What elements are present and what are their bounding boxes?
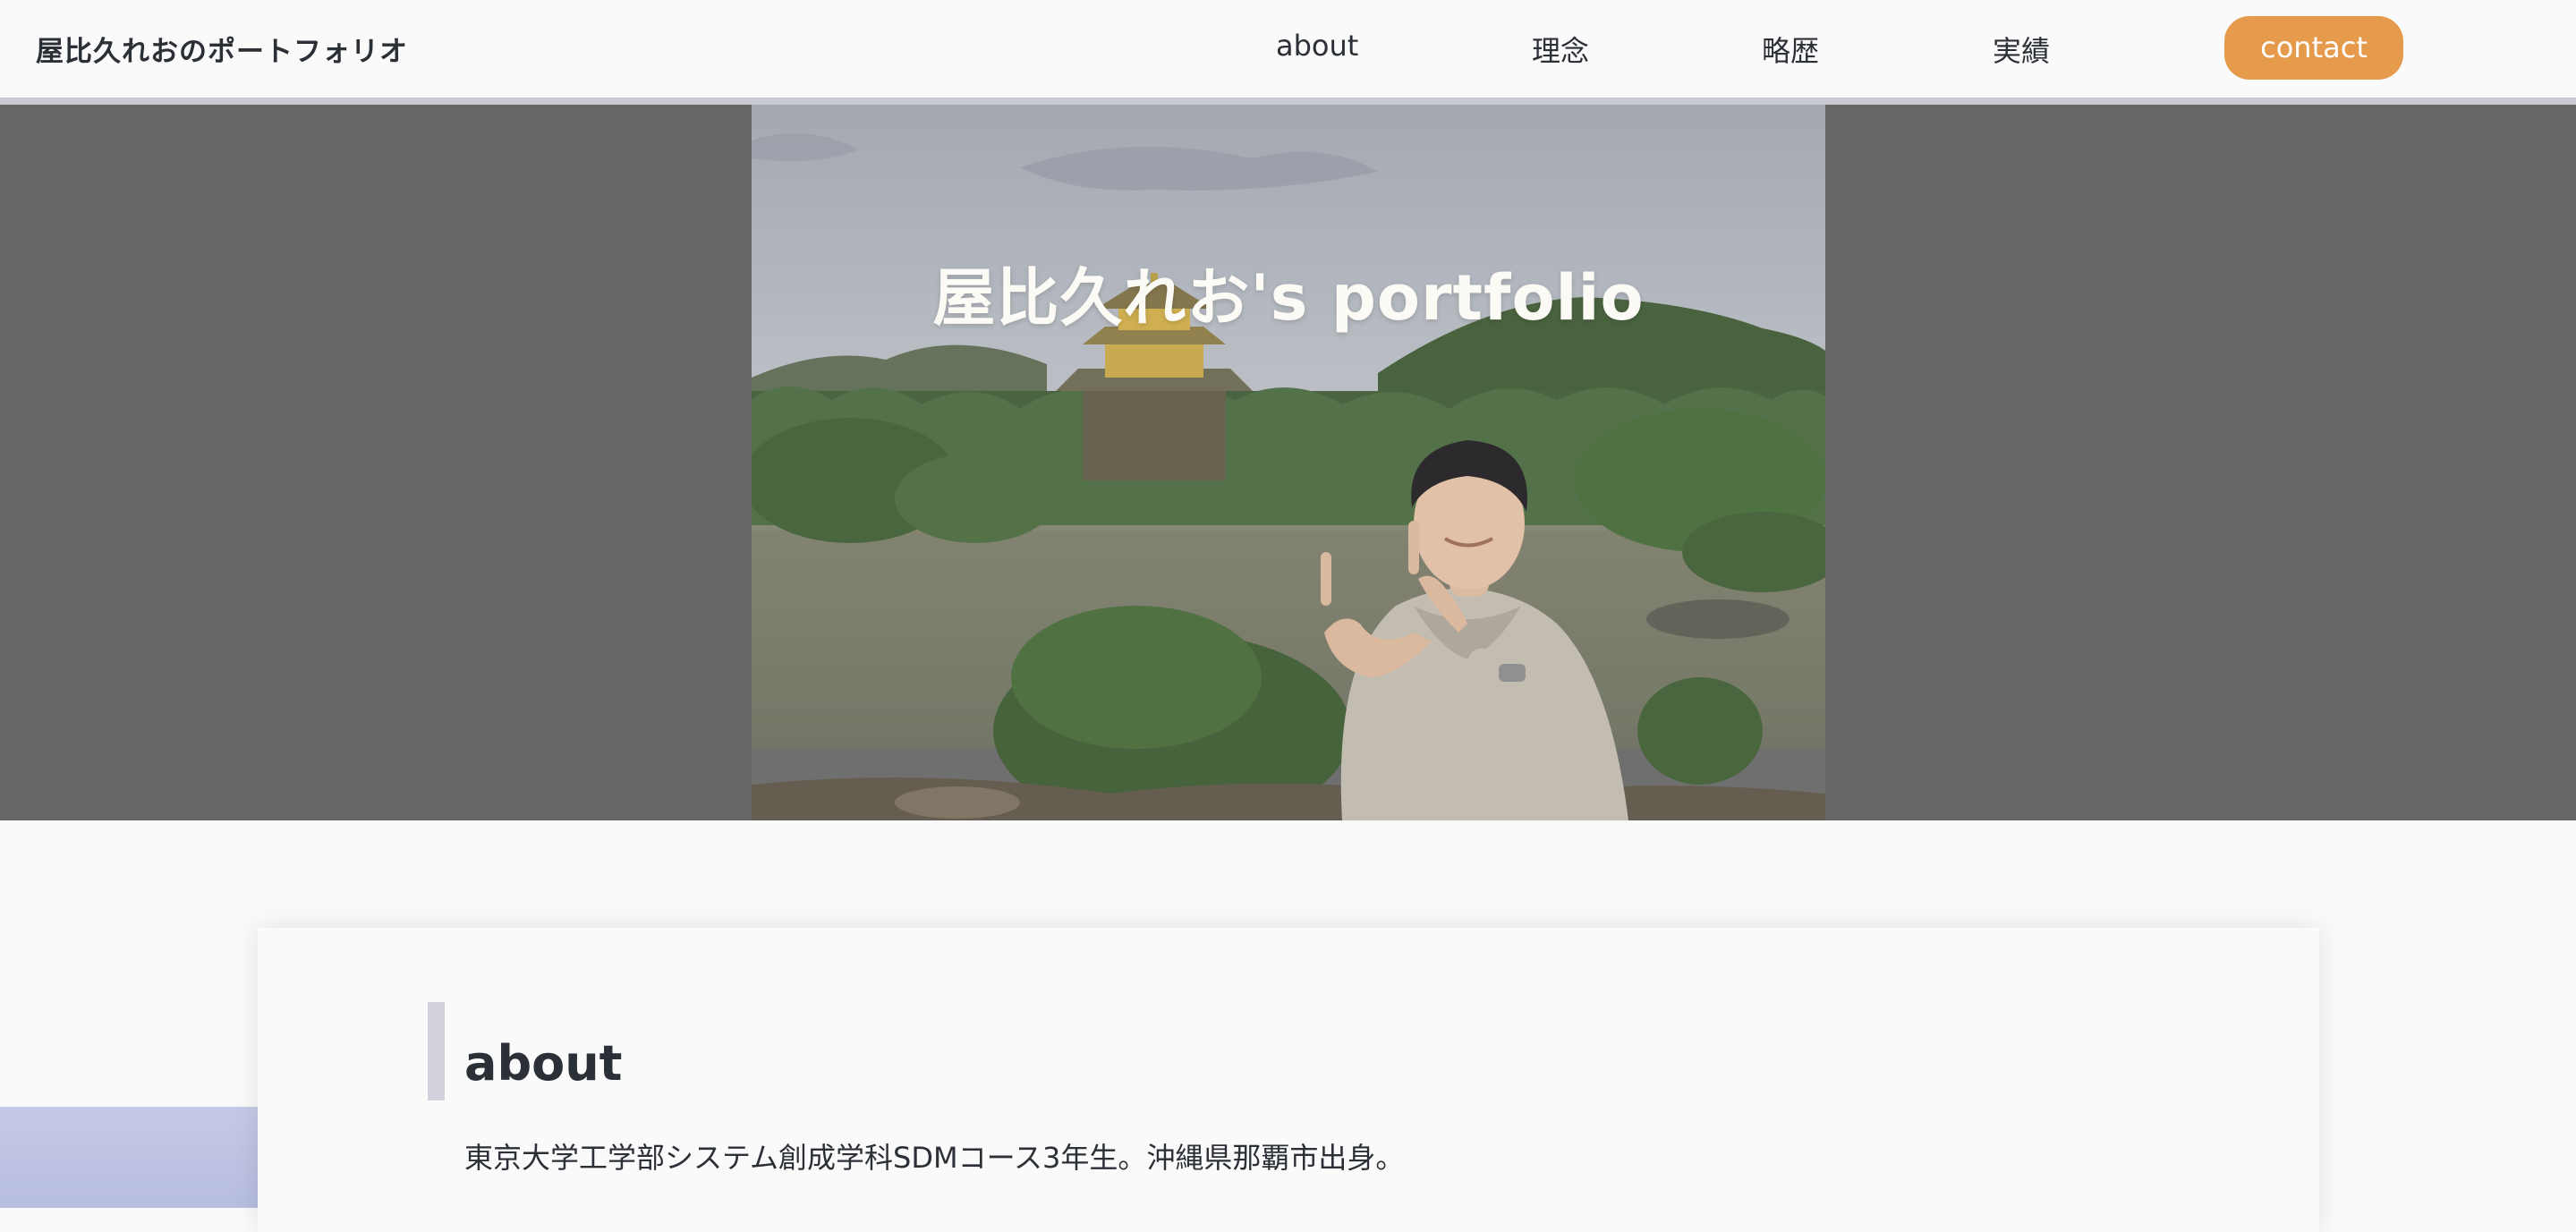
nav-link-about[interactable]: about bbox=[1276, 29, 1358, 63]
hero-title: 屋比久れお's portfolio bbox=[932, 261, 1645, 335]
contact-button[interactable]: contact bbox=[2224, 16, 2403, 80]
hero-section: 屋比久れお's portfolio bbox=[0, 105, 2576, 820]
hero-photo bbox=[752, 105, 1825, 820]
about-card: about 東京大学工学部システム創成学科SDMコース3年生。沖縄県那覇市出身。 bbox=[258, 928, 2319, 1232]
nav-link-rinen[interactable]: 理念 bbox=[1532, 29, 1589, 70]
site-header: 屋比久れおのポートフォリオ about 理念 略歴 実績 contact bbox=[0, 0, 2576, 105]
about-heading: about bbox=[464, 1035, 623, 1092]
about-text: 東京大学工学部システム創成学科SDMコース3年生。沖縄県那覇市出身。 bbox=[464, 1141, 1405, 1175]
heading-accent-bar bbox=[428, 1002, 445, 1100]
site-title[interactable]: 屋比久れおのポートフォリオ bbox=[36, 29, 408, 69]
decorative-block bbox=[0, 1107, 268, 1208]
nav-link-ryakureki[interactable]: 略歴 bbox=[1762, 29, 1819, 70]
nav-link-jisseki[interactable]: 実績 bbox=[1993, 29, 2050, 70]
header-divider bbox=[0, 98, 2576, 105]
